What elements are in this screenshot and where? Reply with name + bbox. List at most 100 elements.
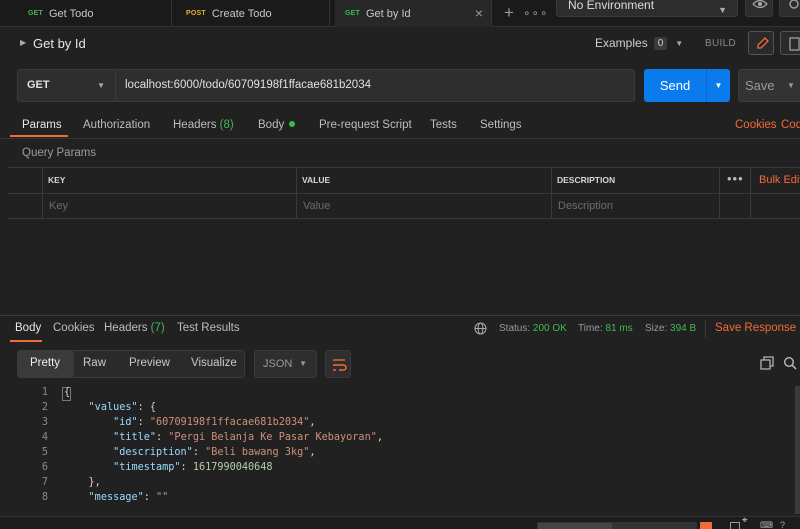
json-key: "description" xyxy=(113,447,193,458)
status-label: Status: xyxy=(499,323,531,334)
code-line: "message": "" xyxy=(88,492,169,503)
param-key-input[interactable]: Key xyxy=(49,200,68,212)
bulk-edit-link[interactable]: Bulk Edit xyxy=(759,174,800,186)
tab-get-todo[interactable]: GET Get Todo xyxy=(18,0,172,27)
tab-body[interactable]: Body xyxy=(258,119,296,131)
tab-body-label: Body xyxy=(258,119,285,131)
json-number: 1617990040648 xyxy=(192,462,273,473)
layout-toggle-active xyxy=(538,523,612,529)
examples-label: Examples xyxy=(595,36,648,50)
layout-icon[interactable] xyxy=(730,522,740,529)
tab-params[interactable]: Params xyxy=(22,119,62,131)
time-value: 81 ms xyxy=(605,323,633,334)
tab-pre-request-script[interactable]: Pre-request Script xyxy=(319,119,412,131)
pane-resize-handle[interactable] xyxy=(0,315,800,316)
column-divider xyxy=(750,167,751,219)
view-mode-visualize[interactable]: Visualize xyxy=(191,357,237,369)
code-line: "title": "Pergi Belanja Ke Pasar Kebayor… xyxy=(113,432,383,443)
environment-selected: No Environment xyxy=(568,0,655,12)
status-value: 200 OK xyxy=(532,323,567,334)
copy-icon[interactable] xyxy=(760,356,774,370)
code-line: "timestamp": 1617990040648 xyxy=(113,462,273,473)
http-method-value: GET xyxy=(27,79,50,91)
search-icon[interactable] xyxy=(783,356,797,370)
code-line: { xyxy=(64,387,70,398)
tab-authorization[interactable]: Authorization xyxy=(83,119,150,131)
chevron-down-icon: ▼ xyxy=(714,81,723,90)
line-number: 4 xyxy=(41,432,48,443)
environment-quick-look-button[interactable] xyxy=(745,0,773,17)
wrap-lines-button[interactable] xyxy=(325,350,351,378)
json-key: "id" xyxy=(113,417,138,428)
tab-label: Get by Id xyxy=(366,7,411,20)
request-url-input[interactable]: localhost:6000/todo/60709198f1ffacae681b… xyxy=(115,69,635,102)
chevron-down-icon: ▼ xyxy=(718,5,727,15)
help-icon[interactable]: ? xyxy=(780,521,792,529)
column-divider xyxy=(719,167,720,219)
tab-headers[interactable]: Headers (8) xyxy=(173,119,234,131)
response-tab-cookies[interactable]: Cookies xyxy=(53,322,95,334)
param-description-input[interactable]: Description xyxy=(558,200,613,212)
globe-icon[interactable] xyxy=(474,322,487,335)
more-options-icon[interactable]: ••• xyxy=(727,171,744,186)
param-value-input[interactable]: Value xyxy=(303,200,330,212)
line-number: 8 xyxy=(41,492,48,503)
json-string: "60709198f1ffacae681b2034" xyxy=(149,417,310,428)
examples-dropdown[interactable]: Examples 0 ▼ xyxy=(595,36,683,50)
response-headers-label: Headers xyxy=(104,322,148,334)
response-format-value: JSON xyxy=(263,358,293,370)
pencil-icon xyxy=(757,37,769,49)
close-icon[interactable]: × xyxy=(475,5,483,21)
save-button[interactable]: Save ▼ xyxy=(738,69,800,102)
edit-button[interactable] xyxy=(748,31,774,55)
column-divider xyxy=(42,167,43,219)
tab-label: Get Todo xyxy=(49,7,94,20)
tab-method-badge: GET xyxy=(28,10,43,17)
response-time: Time: 81 ms xyxy=(578,323,633,334)
more-tabs-icon[interactable]: ∘∘∘ xyxy=(523,2,548,24)
tab-tests[interactable]: Tests xyxy=(430,119,457,131)
response-tab-test-results[interactable]: Test Results xyxy=(177,322,240,334)
bootcamp-icon[interactable] xyxy=(700,522,712,529)
send-options-dropdown[interactable]: ▼ xyxy=(706,69,730,102)
tab-settings[interactable]: Settings xyxy=(480,119,522,131)
tab-create-todo[interactable]: POST Create Todo xyxy=(176,0,330,27)
tab-get-by-id[interactable]: GET Get by Id × xyxy=(335,0,492,27)
gear-icon xyxy=(789,0,799,9)
view-mode-preview[interactable]: Preview xyxy=(129,357,170,369)
code-line: }, xyxy=(64,477,101,488)
view-mode-pretty[interactable]: Pretty xyxy=(30,357,60,369)
active-tab-underline xyxy=(10,340,42,342)
column-header-value: VALUE xyxy=(302,175,331,185)
column-divider xyxy=(296,167,297,219)
response-status: Status: 200 OK xyxy=(499,323,567,334)
environment-select[interactable]: No Environment ▼ xyxy=(556,0,738,17)
response-format-select[interactable]: JSON ▼ xyxy=(254,350,317,378)
save-response-label: Save Response xyxy=(715,322,797,334)
response-tab-headers[interactable]: Headers (7) xyxy=(104,322,165,334)
response-size: Size: 394 B xyxy=(645,323,696,334)
size-value: 394 B xyxy=(670,323,697,334)
save-response-button[interactable]: Save Response ▼ xyxy=(715,322,800,334)
vertical-scrollbar[interactable] xyxy=(795,386,800,514)
time-label: Time: xyxy=(578,323,603,334)
column-divider xyxy=(551,167,552,219)
active-tab-underline xyxy=(10,135,68,137)
chevron-down-icon: ▼ xyxy=(299,359,307,368)
body-indicator-dot xyxy=(289,121,296,127)
code-link[interactable]: Code xyxy=(781,119,800,131)
send-button[interactable]: Send xyxy=(644,69,706,102)
response-body-editor[interactable]: 1 2 3 4 5 6 7 8 { "values": { "id": "607… xyxy=(0,386,800,514)
documentation-button[interactable] xyxy=(780,31,800,55)
response-tab-body[interactable]: Body xyxy=(15,322,41,334)
new-tab-plus-icon[interactable]: + xyxy=(499,2,519,24)
build-mode-label[interactable]: BUILD xyxy=(705,38,736,49)
chevron-right-icon[interactable]: ▶ xyxy=(20,38,26,47)
view-mode-raw[interactable]: Raw xyxy=(83,357,106,369)
keyboard-icon[interactable]: ⌨ xyxy=(760,521,773,529)
cookies-link[interactable]: Cookies xyxy=(735,119,777,131)
http-method-select[interactable]: GET ▼ xyxy=(17,69,115,102)
request-name[interactable]: Get by Id xyxy=(33,36,86,51)
manage-environments-button[interactable] xyxy=(779,0,800,17)
tab-headers-label: Headers xyxy=(173,119,217,131)
